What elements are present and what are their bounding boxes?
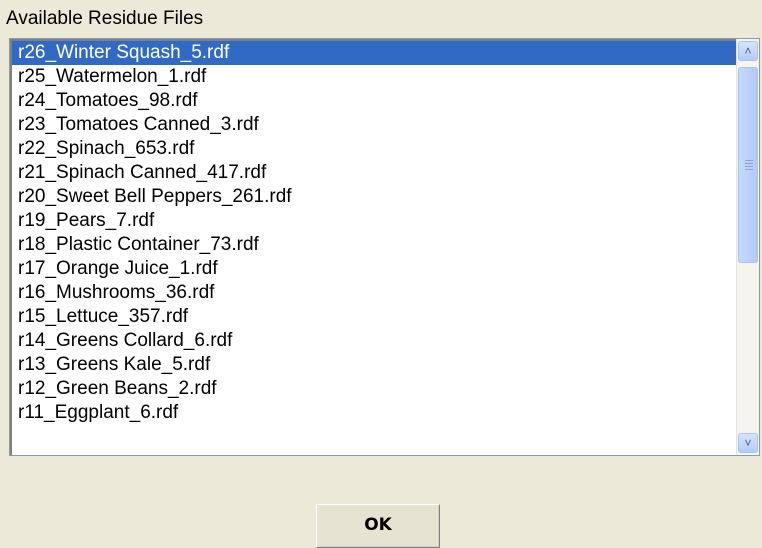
chevron-up-icon: ˄ bbox=[744, 44, 752, 58]
residue-files-listbox[interactable]: r26_Winter Squash_5.rdf r25_Watermelon_1.… bbox=[9, 38, 760, 456]
chevron-down-icon: ˅ bbox=[744, 436, 752, 450]
scroll-up-button[interactable]: ˄ bbox=[738, 41, 758, 61]
scroll-down-button[interactable]: ˅ bbox=[738, 433, 758, 453]
file-list-item[interactable]: r25_Watermelon_1.rdf bbox=[12, 65, 737, 89]
file-list-item[interactable]: r11_Eggplant_6.rdf bbox=[12, 401, 737, 425]
residue-files-title: Available Residue Files bbox=[6, 8, 204, 29]
file-list[interactable]: r26_Winter Squash_5.rdf r25_Watermelon_1.… bbox=[10, 39, 737, 455]
file-list-item[interactable]: r19_Pears_7.rdf bbox=[12, 209, 737, 233]
file-list-item[interactable]: r16_Mushrooms_36.rdf bbox=[12, 281, 737, 305]
file-list-item[interactable]: r22_Spinach_653.rdf bbox=[12, 137, 737, 161]
grip-line bbox=[745, 166, 753, 167]
file-list-item[interactable]: r15_Lettuce_357.rdf bbox=[12, 305, 737, 329]
file-list-item[interactable]: r23_Tomatoes Canned_3.rdf bbox=[12, 113, 737, 137]
ok-button[interactable]: OK bbox=[316, 504, 440, 548]
file-list-item[interactable]: r20_Sweet Bell Peppers_261.rdf bbox=[12, 185, 737, 209]
grip-line bbox=[745, 169, 753, 170]
file-list-item[interactable]: r14_Greens Collard_6.rdf bbox=[12, 329, 737, 353]
file-list-item[interactable]: r21_Spinach Canned_417.rdf bbox=[12, 161, 737, 185]
file-list-item[interactable]: r24_Tomatoes_98.rdf bbox=[12, 89, 737, 113]
file-list-item[interactable]: r13_Greens Kale_5.rdf bbox=[12, 353, 737, 377]
scroll-thumb[interactable] bbox=[738, 67, 758, 263]
grip-line bbox=[745, 163, 753, 164]
file-list-item[interactable]: r18_Plastic Container_73.rdf bbox=[12, 233, 737, 257]
file-list-item[interactable]: r26_Winter Squash_5.rdf bbox=[12, 41, 737, 65]
grip-line bbox=[745, 160, 753, 161]
file-list-item[interactable]: r12_Green Beans_2.rdf bbox=[12, 377, 737, 401]
file-list-item[interactable]: r17_Orange Juice_1.rdf bbox=[12, 257, 737, 281]
vertical-scrollbar[interactable]: ˄ ˅ bbox=[736, 39, 759, 455]
